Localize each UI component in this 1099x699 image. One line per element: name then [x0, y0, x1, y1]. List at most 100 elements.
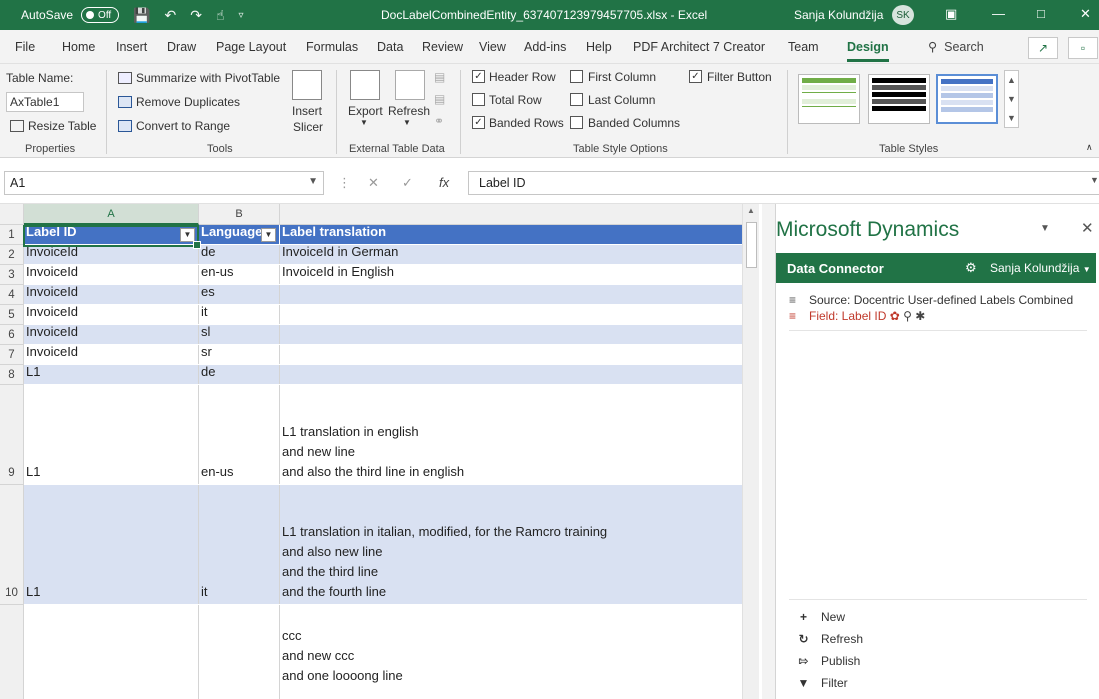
field-line[interactable]: ≡ Field: Label ID ✿ ⚲ ✱ [789, 309, 925, 323]
cell-label-id[interactable]: InvoiceId [24, 345, 199, 364]
cell-translation[interactable]: InvoiceId in English [280, 265, 742, 284]
user-name[interactable]: Sanja Kolundžija [794, 8, 883, 22]
header-cell-language[interactable]: Language ▼ [199, 225, 280, 244]
cell-translation[interactable] [280, 285, 742, 304]
convert-to-range-button[interactable]: Convert to Range [118, 119, 230, 133]
cell-language[interactable]: en-us [199, 385, 280, 484]
cell-translation[interactable] [280, 305, 742, 324]
customize-quick-access-icon[interactable]: ▿ [238, 10, 243, 21]
cell-label-id[interactable]: InvoiceId [24, 305, 199, 324]
tab-data[interactable]: Data [377, 40, 403, 54]
banded-columns-checkbox[interactable] [570, 116, 583, 129]
export-chevron-icon[interactable]: ▼ [360, 118, 368, 127]
cell-language[interactable]: de [199, 365, 280, 384]
tab-design[interactable]: Design [847, 40, 889, 62]
row-header[interactable]: 10 [0, 485, 24, 605]
table-styles-scroll[interactable]: ▲ ▼ ▼ [1004, 70, 1019, 128]
close-icon[interactable]: ✕ [1080, 6, 1091, 22]
close-pane-icon[interactable]: ✕ [1081, 219, 1094, 237]
row-header[interactable]: 7 [0, 345, 24, 365]
tab-view[interactable]: View [479, 40, 506, 54]
cell-language[interactable]: sr [199, 345, 280, 364]
cell-label-id[interactable]: InvoiceId [24, 245, 199, 264]
tab-add-ins[interactable]: Add-ins [524, 40, 566, 54]
comments-button[interactable]: ▫ [1068, 37, 1098, 59]
chevron-down-icon[interactable]: ▼ [308, 176, 318, 187]
filter-button[interactable]: ▼ Filter [796, 676, 848, 690]
remove-duplicates-button[interactable]: Remove Duplicates [118, 95, 240, 109]
total-row-checkbox[interactable] [472, 93, 485, 106]
scroll-up-icon[interactable]: ▲ [747, 206, 755, 215]
undo-icon[interactable]: ↶ [164, 7, 176, 24]
insert-function-icon[interactable]: fx [439, 175, 449, 190]
refresh-button[interactable]: ↻ Refresh [796, 632, 863, 646]
more-options-icon[interactable]: ⋮ [338, 175, 351, 191]
header-cell-label-id[interactable]: Label ID ▼ [24, 225, 199, 244]
gear-icon[interactable]: ⚙ [965, 260, 977, 276]
expand-formula-bar-icon[interactable]: ▼ [1090, 175, 1099, 185]
tab-file[interactable]: File [15, 40, 35, 54]
summarize-pivot-button[interactable]: Summarize with PivotTable [118, 71, 280, 85]
insert-slicer-label-2[interactable]: Slicer [293, 120, 323, 134]
cell-translation[interactable]: L1 translation in english and new line a… [280, 385, 742, 484]
tab-pdf-architect[interactable]: PDF Architect 7 Creator [633, 40, 765, 54]
cell-label-id[interactable]: L1 [24, 485, 199, 604]
formula-input[interactable]: Label ID [468, 171, 1099, 195]
chevron-down-icon[interactable]: ▼ [1005, 90, 1018, 109]
export-button[interactable]: Export [348, 104, 383, 118]
column-header-b[interactable]: B [199, 204, 280, 225]
row-header[interactable] [0, 605, 24, 699]
row-header[interactable]: 2 [0, 245, 24, 265]
source-line[interactable]: ≡ Source: Docentric User-defined Labels C… [789, 293, 1073, 307]
cell-label-id[interactable]: L1 [24, 365, 199, 384]
scrollbar-thumb[interactable] [746, 222, 757, 268]
refresh-icon[interactable] [395, 70, 425, 100]
table-style-green-swatch[interactable] [798, 74, 860, 124]
tab-team[interactable]: Team [788, 40, 819, 54]
save-icon[interactable]: 💾 [133, 7, 150, 24]
table-style-black-swatch[interactable] [868, 74, 930, 124]
row-header[interactable]: 9 [0, 385, 24, 485]
autosave-toggle[interactable]: Off [81, 7, 120, 23]
cell-translation[interactable]: InvoiceId in German [280, 245, 742, 264]
cell-translation[interactable] [280, 325, 742, 344]
more-styles-icon[interactable]: ▼ [1005, 109, 1018, 128]
cell-translation[interactable] [280, 345, 742, 364]
cell-language[interactable]: de [199, 245, 280, 264]
chevron-up-icon[interactable]: ▲ [1005, 71, 1018, 90]
row-header[interactable]: 3 [0, 265, 24, 285]
tab-insert[interactable]: Insert [116, 40, 147, 54]
touch-mode-icon[interactable]: ☝ [216, 7, 225, 24]
cell-language[interactable] [199, 605, 280, 699]
cell-label-id[interactable]: InvoiceId [24, 265, 199, 284]
vertical-scrollbar[interactable]: ▲ [742, 204, 759, 699]
cell-translation[interactable]: L1 translation in italian, modified, for… [280, 485, 742, 604]
name-box[interactable]: A1 ▼ [4, 171, 324, 195]
cell-translation[interactable] [280, 365, 742, 384]
cell-language[interactable]: en-us [199, 265, 280, 284]
cell-label-id[interactable]: L1 [24, 385, 199, 484]
row-header[interactable]: 8 [0, 365, 24, 385]
search-box[interactable]: ⚲ Search [928, 39, 984, 54]
publish-button[interactable]: ⇰ Publish [796, 654, 860, 668]
header-row-checkbox[interactable]: ✓ [472, 70, 485, 83]
column-header-c[interactable] [280, 204, 742, 225]
redo-icon[interactable]: ↷ [190, 7, 202, 24]
cell-label-id[interactable]: InvoiceId [24, 325, 199, 344]
row-header[interactable]: 5 [0, 305, 24, 325]
new-button[interactable]: + New [796, 610, 845, 624]
cell-label-id[interactable]: InvoiceId [24, 285, 199, 304]
filter-dropdown-icon[interactable]: ▼ [180, 228, 195, 242]
pane-options-icon[interactable]: ▼ [1040, 223, 1050, 234]
table-name-input[interactable]: AxTable1 [6, 92, 84, 112]
row-header[interactable]: 6 [0, 325, 24, 345]
cell-language[interactable]: es [199, 285, 280, 304]
cell-language[interactable]: it [199, 305, 280, 324]
tab-page-layout[interactable]: Page Layout [216, 40, 286, 54]
tab-draw[interactable]: Draw [167, 40, 196, 54]
select-all-corner[interactable] [0, 204, 24, 225]
cell-language[interactable]: sl [199, 325, 280, 344]
cell-translation[interactable]: ccc and new ccc and one loooong line [280, 605, 742, 699]
table-style-blue-swatch[interactable] [936, 74, 998, 124]
maximize-icon[interactable]: □ [1037, 6, 1045, 21]
